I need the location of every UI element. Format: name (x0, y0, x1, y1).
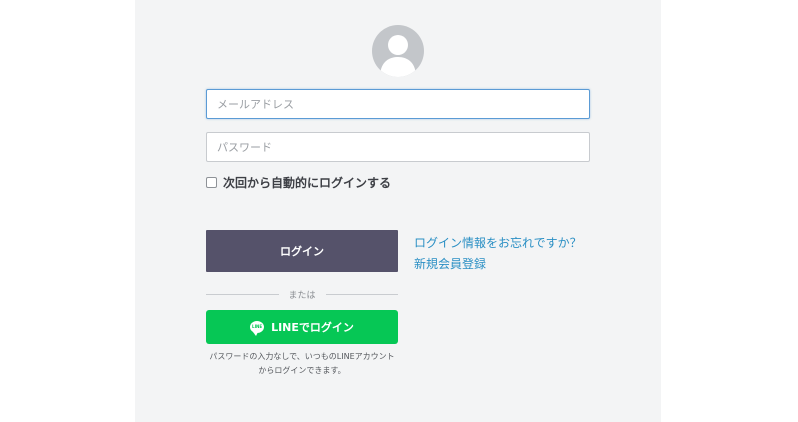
divider-line-left (206, 293, 279, 295)
remember-me-label: 次回から自動的にログインする (223, 175, 392, 190)
or-divider: または (206, 287, 399, 301)
forgot-login-link[interactable]: ログイン情報をお忘れですか？ (414, 233, 582, 254)
register-link[interactable]: 新規会員登録 (414, 254, 582, 275)
divider-label: または (288, 290, 316, 301)
user-avatar-icon (372, 25, 424, 77)
password-input[interactable] (206, 132, 590, 162)
email-input[interactable] (206, 89, 590, 119)
line-logo-icon: LINE (250, 321, 265, 336)
line-login-button[interactable]: LINE LINEでログイン (206, 310, 398, 344)
remember-me-checkbox[interactable]: 次回から自動的にログインする (206, 174, 391, 190)
line-icon-text: LINE (252, 324, 263, 329)
line-login-note: パスワードの入力なしで、いつものLINEアカウントからログインできます。 (209, 352, 395, 375)
login-button[interactable]: ログイン (206, 230, 398, 272)
divider-line-right (325, 293, 399, 295)
line-login-label: LINEでログイン (271, 321, 354, 334)
checkbox-box[interactable] (206, 176, 217, 188)
help-links: ログイン情報をお忘れですか？ 新規会員登録 (414, 233, 582, 275)
login-button-label: ログイン (280, 245, 324, 258)
